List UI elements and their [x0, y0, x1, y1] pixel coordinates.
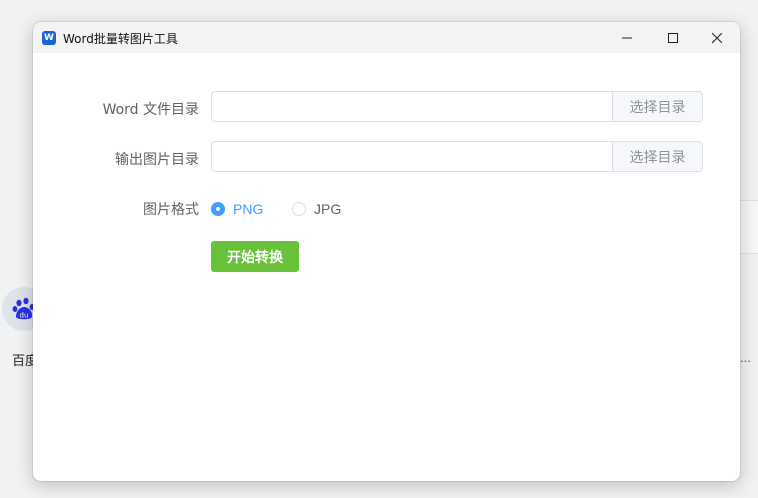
word-dir-input[interactable]	[212, 92, 612, 121]
minimize-button[interactable]	[604, 22, 650, 53]
minimize-icon	[622, 37, 632, 38]
background-ellipsis: ...	[740, 350, 751, 365]
word-dir-browse-button[interactable]: 选择目录	[612, 92, 702, 121]
format-radio-png[interactable]: PNG	[211, 201, 263, 217]
app-window: W Word批量转图片工具 Word 文件目录 选择目录 输出图片目录 选择目录	[33, 22, 740, 481]
svg-text:du: du	[20, 312, 29, 320]
format-label: 图片格式	[143, 202, 199, 218]
close-button[interactable]	[694, 22, 740, 53]
output-dir-input[interactable]	[212, 142, 612, 171]
maximize-button[interactable]	[650, 22, 696, 53]
format-radio-jpg[interactable]: JPG	[292, 201, 341, 217]
format-option-label: PNG	[233, 201, 264, 217]
radio-unchecked-icon	[292, 202, 306, 216]
maximize-icon	[668, 32, 678, 43]
word-app-icon: W	[42, 31, 56, 45]
output-dir-input-group: 选择目录	[211, 141, 703, 172]
close-icon	[712, 32, 722, 43]
radio-checked-icon	[211, 202, 225, 216]
word-dir-input-group: 选择目录	[211, 91, 703, 122]
title-bar[interactable]: W Word批量转图片工具	[33, 22, 740, 53]
word-dir-label: Word 文件目录	[102, 102, 199, 118]
output-dir-label: 输出图片目录	[115, 152, 199, 168]
start-convert-button[interactable]: 开始转换	[211, 241, 299, 272]
output-dir-browse-button[interactable]: 选择目录	[612, 142, 702, 171]
format-option-label: JPG	[314, 201, 342, 217]
window-title: Word批量转图片工具	[63, 32, 178, 46]
background-card	[740, 200, 758, 254]
